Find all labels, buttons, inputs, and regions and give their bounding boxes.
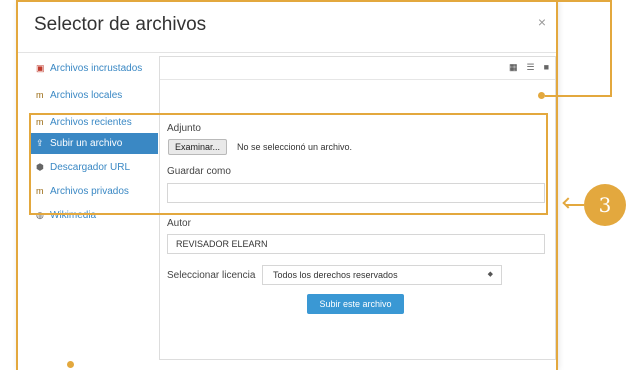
dialog-title: Selector de archivos: [34, 14, 207, 35]
view-toolbar: ▦ ☰ ■: [160, 57, 555, 80]
annotation-top-line: [16, 0, 612, 2]
author-input[interactable]: REVISADOR ELEARN: [167, 234, 545, 254]
license-select[interactable]: Todos los derechos reservados ◆: [262, 265, 502, 285]
annotation-dot: [67, 361, 74, 368]
arrow-left-icon: [562, 197, 574, 209]
annotation-dot: [538, 92, 545, 99]
sidebar-item-label: Archivos incrustados: [50, 63, 143, 74]
folder-view-icon[interactable]: ■: [544, 62, 549, 73]
author-label: Autor: [167, 218, 191, 229]
list-view-icon[interactable]: ☰: [526, 62, 534, 73]
license-select-value: Todos los derechos reservados: [273, 270, 398, 280]
view-switcher: ▦ ☰ ■: [509, 62, 549, 73]
annotation-connector-horizontal: [545, 95, 612, 97]
sidebar-item-archivos-locales[interactable]: m Archivos locales: [30, 85, 158, 106]
close-icon[interactable]: ×: [538, 14, 546, 30]
sidebar-item-archivos-incrustados[interactable]: ▣ Archivos incrustados: [30, 58, 158, 79]
chevron-updown-icon: ◆: [487, 271, 493, 278]
annotation-right-line: [556, 0, 558, 370]
moodle-icon: m: [36, 90, 44, 100]
pdf-file-icon: ▣: [36, 63, 45, 73]
sidebar-item-label: Archivos locales: [50, 90, 123, 101]
annotation-connector-vertical: [610, 0, 612, 96]
annotation-left-line: [16, 0, 18, 370]
grid-view-icon[interactable]: ▦: [509, 62, 518, 73]
upload-file-button[interactable]: Subir este archivo: [307, 294, 404, 314]
annotation-number-badge: 3: [584, 184, 626, 226]
license-label: Seleccionar licencia: [167, 270, 256, 281]
dialog-header: Selector de archivos ×: [18, 0, 558, 53]
annotation-highlight-box: [29, 113, 548, 215]
